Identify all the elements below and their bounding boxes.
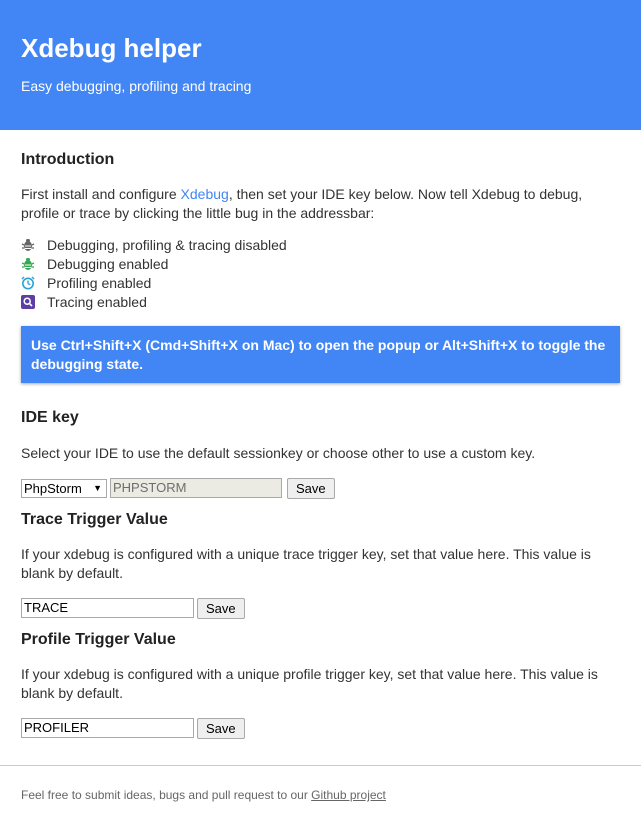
profile-trigger-controls: PROFILER Save (21, 717, 620, 739)
dropdown-arrow-icon: ▼ (93, 482, 102, 493)
list-item-label: Tracing enabled (47, 293, 147, 310)
list-item: Debugging, profiling & tracing disabled (21, 235, 620, 254)
footer-text: Feel free to submit ideas, bugs and pull… (21, 788, 312, 802)
intro-heading: Introduction (21, 151, 115, 168)
status-icon-list: Debugging, profiling & tracing disabled … (21, 235, 620, 311)
ide-key-save-button[interactable]: Save (287, 477, 335, 499)
footer: Feel free to submit ideas, bugs and pull… (0, 765, 641, 802)
page-subtitle: Easy debugging, profiling and tracing (21, 78, 252, 94)
list-item-label: Debugging, profiling & tracing disabled (47, 236, 287, 253)
list-item: Profiling enabled (21, 273, 620, 292)
magnifier-icon (21, 294, 35, 309)
ide-select[interactable]: PhpStorm ▼ (21, 478, 107, 498)
profile-trigger-heading: Profile Trigger Value (21, 631, 176, 648)
list-item-label: Debugging enabled (47, 255, 169, 272)
profile-trigger-save-button[interactable]: Save (197, 717, 245, 739)
profile-trigger-input[interactable]: PROFILER (21, 718, 194, 738)
ide-key-description: Select your IDE to use the default sessi… (21, 445, 536, 461)
ide-key-input[interactable]: PHPSTORM (110, 478, 282, 498)
ide-select-value: PhpStorm (24, 480, 82, 496)
page-title: Xdebug helper (21, 33, 202, 63)
list-item: Debugging enabled (21, 254, 620, 273)
trace-trigger-description: If your xdebug is configured with a uniq… (21, 546, 591, 581)
header: Xdebug helper Easy debugging, profiling … (0, 0, 641, 130)
trace-trigger-heading: Trace Trigger Value (21, 511, 168, 528)
shortcut-info-box: Use Ctrl+Shift+X (Cmd+Shift+X on Mac) to… (21, 326, 620, 383)
ide-key-controls: PhpStorm ▼ PHPSTORM Save (21, 477, 620, 499)
intro-text-start: First install and configure (21, 186, 181, 202)
main-content: Introduction First install and configure… (0, 150, 641, 739)
list-item-label: Profiling enabled (47, 274, 152, 291)
github-project-link[interactable]: Github project (311, 788, 386, 802)
clock-icon (21, 276, 35, 289)
trace-trigger-save-button[interactable]: Save (197, 597, 245, 619)
xdebug-link[interactable]: Xdebug (181, 186, 229, 202)
profile-trigger-description: If your xdebug is configured with a uniq… (21, 666, 598, 701)
list-item: Tracing enabled (21, 292, 620, 311)
intro-paragraph: First install and configure Xdebug, then… (21, 185, 620, 223)
ide-key-heading: IDE key (21, 409, 79, 426)
bug-enabled-icon (21, 257, 35, 270)
bug-disabled-icon (21, 238, 35, 251)
trace-trigger-input[interactable]: TRACE (21, 598, 194, 618)
trace-trigger-controls: TRACE Save (21, 597, 620, 619)
